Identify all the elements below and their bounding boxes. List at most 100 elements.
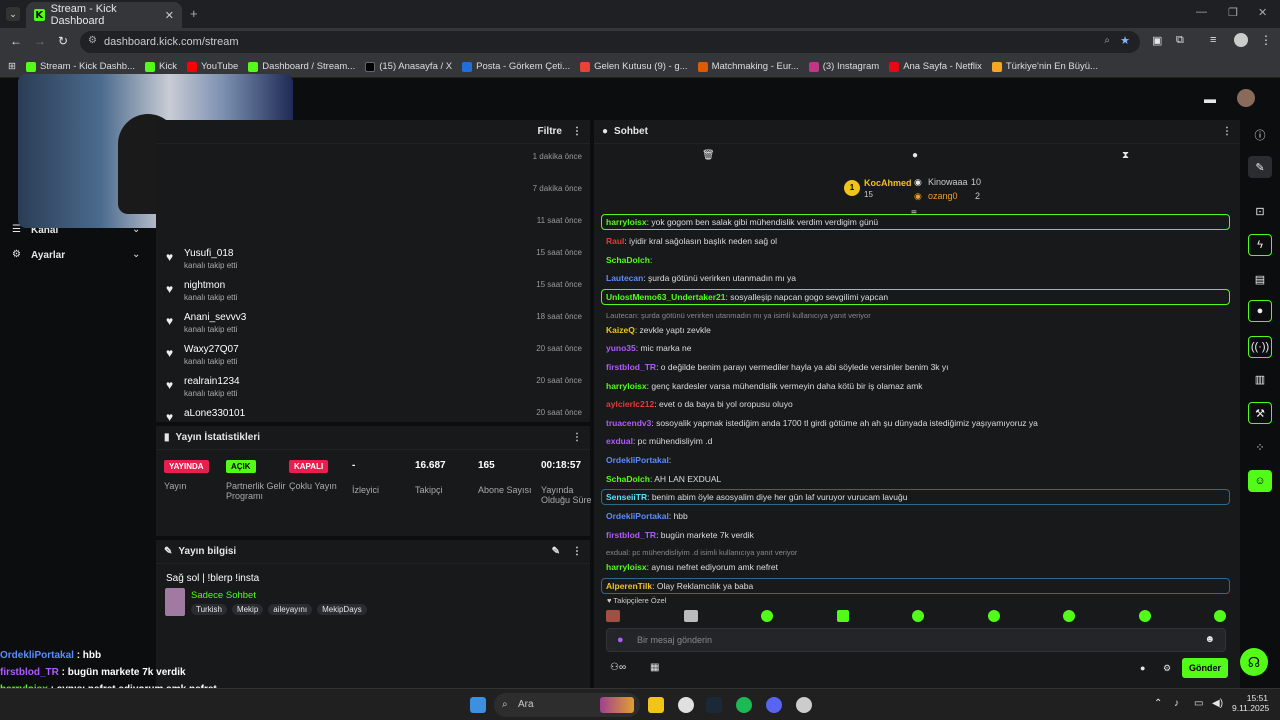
chrome-icon[interactable] (678, 697, 694, 713)
chat-username[interactable]: firstblod_TR (606, 530, 656, 540)
emote[interactable] (606, 610, 620, 622)
network-icon[interactable]: ▭ (1194, 698, 1203, 709)
url-input[interactable]: ⚙ dashboard.kick.com/stream ⌕ ★ (80, 31, 1140, 53)
chat-username[interactable]: firstblod_TR (606, 362, 656, 372)
chat-message[interactable]: yuno35: mic marka ne (606, 343, 692, 353)
chat-message[interactable]: SenseiiTR: benim abim öyle asosyalim diy… (606, 492, 907, 502)
chevron-down-icon[interactable]: ⌄ (132, 249, 140, 260)
chat-username[interactable]: SchaDolch (606, 255, 650, 265)
app-icon[interactable] (796, 697, 812, 713)
store-icon[interactable]: ▦ (650, 662, 659, 673)
chat-username[interactable]: OrdekliPortakal (606, 511, 669, 521)
bookmark-11[interactable]: Türkiye'nin En Büyü... (991, 61, 1098, 72)
chat-username[interactable]: Lautecan (606, 273, 643, 283)
media-icon[interactable]: ≡ (1210, 34, 1216, 46)
tray-chevron-icon[interactable]: ⌃ (1154, 698, 1162, 709)
tag[interactable]: aileyayını (268, 604, 313, 615)
emote[interactable] (987, 610, 1000, 622)
kebab-menu-icon[interactable]: ⋮ (572, 126, 582, 137)
microphone-icon[interactable]: ● (617, 634, 624, 646)
bookmark-4[interactable]: Dashboard / Stream... (248, 61, 355, 72)
reload-icon[interactable]: ↻ (58, 34, 68, 48)
chat-username[interactable]: exdual (606, 436, 633, 446)
chat-message[interactable]: aylcierlc212: evet o da baya bi yol orop… (606, 399, 793, 409)
emote[interactable] (683, 610, 698, 622)
bookmark-9[interactable]: (3) Instagram (808, 61, 879, 72)
gear-icon[interactable]: ⚙ (1163, 663, 1171, 674)
discord-icon[interactable] (766, 697, 782, 713)
chat-username[interactable]: yuno35 (606, 343, 636, 353)
send-button[interactable]: Gönder (1182, 658, 1228, 678)
chat-username[interactable]: KaizeQ (606, 325, 635, 335)
hourglass-icon[interactable]: ⧗ (1122, 150, 1129, 161)
layers-icon[interactable]: ▥ (1248, 368, 1272, 390)
share-icon[interactable]: ⁘ (1248, 436, 1272, 458)
emote[interactable] (1214, 610, 1226, 622)
bookmark-6[interactable]: Posta - Görkem Çeti... (462, 61, 570, 72)
extensions-puzzle-icon[interactable]: ⧉ (1176, 34, 1184, 47)
emote[interactable] (1063, 610, 1075, 622)
sidebar-item-settings[interactable]: Ayarlar (31, 250, 65, 261)
maximize-icon[interactable]: ❐ (1228, 6, 1238, 19)
tag[interactable]: Mekip (231, 604, 264, 615)
chat-username[interactable]: harryloisx (606, 217, 647, 227)
kebab-menu-icon[interactable]: ⋮ (1222, 126, 1232, 137)
chat-bubble-icon[interactable]: ● (1140, 663, 1145, 673)
crosshair-icon[interactable]: ⊡ (1248, 200, 1272, 222)
chat-input[interactable]: ● Bir mesaj gönderin ☻ (606, 628, 1226, 652)
clock[interactable]: 15:51 9.11.2025 (1232, 693, 1269, 713)
bookmark-5[interactable]: (15) Anasayfa / X (365, 61, 452, 72)
chat-username[interactable]: SchaDolch (606, 474, 650, 484)
leader-name[interactable]: KocAhmed (864, 178, 912, 188)
chat-tools-icon[interactable]: ⚇∞ (610, 662, 626, 673)
chat-message[interactable]: harryloisx: genç kardesler varsa mühendi… (606, 381, 923, 391)
chat-username[interactable]: truacendv3 (606, 418, 651, 428)
filter-button[interactable]: Filtre (538, 126, 562, 137)
chat-username[interactable]: Raul (606, 236, 624, 246)
bookmark-8[interactable]: Matchmaking - Eur... (697, 61, 799, 72)
chat-message[interactable]: exdual: pc mühendisliyim .d (606, 436, 712, 446)
chat-message[interactable]: harryloisx: aynısı nefret ediyorum amk n… (606, 562, 778, 572)
chat-icon[interactable]: ● (1248, 300, 1272, 322)
chat-username[interactable]: aylcierlc212 (606, 399, 654, 409)
bookmark-panel-icon[interactable]: ▬ (1204, 92, 1216, 106)
back-icon[interactable]: ← (10, 34, 22, 48)
chat-message[interactable]: harryloisx: yok gogom ben salak gibi müh… (606, 217, 878, 227)
bot-icon[interactable]: ☺ (1248, 470, 1272, 492)
bookmark-10[interactable]: Ana Sayfa - Netflix (889, 61, 982, 72)
user-avatar[interactable] (1237, 89, 1255, 107)
chat-username[interactable]: SenseiiTR (606, 492, 647, 502)
chat-message[interactable]: SchaDolch: AH LAN EXDUAL (606, 474, 721, 484)
edit-icon[interactable]: ✎ (1248, 156, 1272, 178)
forward-icon[interactable]: → (34, 34, 46, 48)
chat-message[interactable]: KaizeQ: zevkle yaptı zevkle (606, 325, 711, 335)
bookmark-2[interactable]: Kick (145, 61, 177, 72)
close-window-icon[interactable]: ✕ (1258, 6, 1267, 19)
emote[interactable] (1138, 610, 1151, 622)
document-icon[interactable]: ▤ (1248, 268, 1272, 290)
tag[interactable]: MekipDays (317, 604, 367, 615)
bookmark-3[interactable]: YouTube (186, 61, 238, 72)
file-explorer-icon[interactable] (648, 697, 664, 713)
tab-search-icon[interactable]: ⌄ (6, 7, 20, 21)
chat-message[interactable]: UnlostMemo63_Undertaker21: sosyalleşip n… (606, 292, 888, 302)
browser-menu-icon[interactable]: ⋮ (1260, 33, 1272, 47)
chat-message[interactable]: OrdekliPortakal: (606, 455, 671, 465)
zoom-icon[interactable]: ⌕ (1104, 35, 1110, 46)
bookmark-1[interactable]: Stream - Kick Dashb... (25, 61, 135, 72)
spotify-icon[interactable] (736, 697, 752, 713)
chat-message[interactable]: SchaDolch: (606, 255, 652, 265)
kebab-menu-icon[interactable]: ⋮ (572, 546, 582, 557)
volume-icon[interactable]: ◀) (1212, 698, 1223, 709)
tag[interactable]: Turkish (191, 604, 227, 615)
steam-icon[interactable] (706, 697, 722, 713)
lightning-icon[interactable]: ϟ (1248, 234, 1272, 256)
windows-start-icon[interactable] (470, 697, 486, 713)
info-icon[interactable]: ⓘ (1248, 124, 1272, 146)
leader-name[interactable]: Kinowaaa (928, 177, 968, 187)
browser-tab[interactable]: K Stream - Kick Dashboard ✕ (26, 2, 182, 28)
profile-avatar[interactable] (1234, 33, 1248, 47)
taskbar-search[interactable]: ⌕ Ara (494, 693, 640, 717)
bookmark-7[interactable]: Gelen Kutusu (9) - g... (580, 61, 688, 72)
edit-icon[interactable]: ✎ (552, 546, 560, 557)
